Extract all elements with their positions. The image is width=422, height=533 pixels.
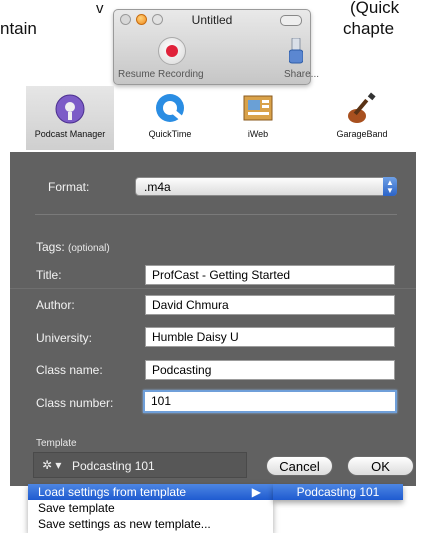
submenu-arrow-icon: ▶: [251, 485, 261, 499]
app-garageband[interactable]: GarageBand: [331, 92, 393, 139]
ok-button[interactable]: OK: [347, 456, 414, 476]
quicktime-icon: [153, 92, 187, 126]
class-name-field[interactable]: Podcasting: [145, 360, 395, 380]
divider: [10, 288, 416, 289]
title-label: Title:: [36, 268, 62, 282]
gear-icon[interactable]: ✲ ▾: [42, 458, 61, 472]
title-field[interactable]: ProfCast - Getting Started: [145, 265, 395, 285]
menu-item-save-new-template[interactable]: Save settings as new template...: [28, 516, 273, 532]
cancel-button[interactable]: Cancel: [266, 456, 333, 476]
author-field[interactable]: David Chmura: [145, 295, 395, 315]
author-label: Author:: [36, 298, 75, 312]
class-number-label: Class number:: [36, 396, 114, 410]
background-text: v: [96, 0, 104, 17]
menu-item-save-template[interactable]: Save template: [28, 500, 273, 516]
class-name-label: Class name:: [36, 363, 103, 377]
background-text: (Quick: [350, 0, 400, 17]
select-arrows-icon: ▲ ▼: [383, 177, 397, 196]
format-value: .m4a: [144, 180, 171, 194]
submenu-item-podcasting-101[interactable]: Podcasting 101: [273, 484, 403, 500]
tags-heading: Tags: (optional): [36, 240, 110, 254]
divider: [35, 214, 397, 215]
menu-item-load-settings[interactable]: Load settings from template ▶: [28, 484, 273, 500]
app-label: Podcast Manager: [34, 129, 106, 139]
recording-window: Untitled Resume Recording Share...: [113, 9, 319, 85]
record-button[interactable]: [158, 37, 186, 65]
app-iweb[interactable]: iWeb: [238, 92, 278, 139]
background-text: chapte: [343, 19, 395, 38]
app-podcast-manager[interactable]: Podcast Manager: [29, 92, 111, 139]
iweb-icon: [241, 92, 275, 126]
template-menu: Load settings from template ▶ Save templ…: [28, 484, 273, 533]
record-icon: [166, 45, 178, 57]
toolbar-toggle-icon[interactable]: [280, 15, 302, 26]
app-label: iWeb: [247, 129, 269, 139]
app-label: GarageBand: [336, 129, 388, 139]
university-label: University:: [36, 331, 93, 345]
background-text: ntain: [0, 19, 37, 38]
template-current: Podcasting 101: [72, 459, 155, 473]
template-popup[interactable]: ✲ ▾ Podcasting 101: [33, 452, 247, 478]
template-label: Template: [36, 438, 77, 449]
garageband-icon: [345, 92, 379, 126]
format-select[interactable]: .m4a ▲ ▼: [135, 177, 397, 196]
format-label: Format:: [48, 180, 90, 194]
share-icon[interactable]: [289, 38, 303, 64]
app-label: QuickTime: [148, 129, 192, 139]
class-number-field[interactable]: 101: [143, 390, 397, 413]
podcast-manager-icon: [53, 92, 87, 126]
university-field[interactable]: Humble Daisy U: [145, 327, 395, 347]
export-settings-panel: [10, 152, 416, 486]
resume-recording-label: Resume Recording: [118, 69, 204, 80]
app-quicktime[interactable]: QuickTime: [144, 92, 196, 139]
share-label: Share...: [284, 69, 320, 80]
